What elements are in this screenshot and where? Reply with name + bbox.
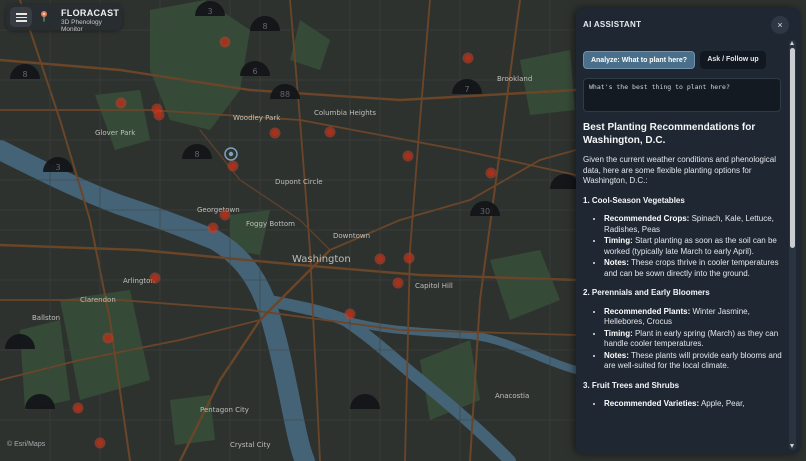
response-list: Recommended Plants: Winter Jasmine, Hell… xyxy=(583,307,783,372)
response-section-title: 2. Perennials and Early Bloomers xyxy=(583,288,710,297)
scroll-up-arrow-icon[interactable] xyxy=(790,41,794,45)
menu-icon-line xyxy=(16,20,27,22)
response-list: Recommended Varieties: Apple, Pear, xyxy=(583,399,783,410)
menu-button[interactable] xyxy=(10,7,32,27)
response-item-label: Notes: xyxy=(604,350,629,360)
response-section-title: 1. Cool-Season Vegetables xyxy=(583,195,685,205)
ai-assistant-panel: AI ASSISTANT × Analyze: What to plant he… xyxy=(576,8,801,454)
panel-header: AI ASSISTANT × xyxy=(576,8,801,42)
ask-follow-up-button[interactable]: Ask / Follow up xyxy=(700,51,766,69)
scrollbar-thumb[interactable] xyxy=(790,48,795,248)
response-intro: Given the current weather conditions and… xyxy=(583,155,777,185)
response-list-item: Timing: Start planting as soon as the so… xyxy=(604,236,783,257)
response-item-text: Apple, Pear, xyxy=(699,399,745,408)
response-heading: Best Planting Recommendations for Washin… xyxy=(583,122,756,146)
flower-logo-icon xyxy=(41,11,47,22)
response-item-label: Timing: xyxy=(604,236,633,245)
analyze-button[interactable]: Analyze: What to plant here? xyxy=(583,51,695,69)
response-list-item: Notes: These plants will provide early b… xyxy=(604,351,783,372)
response-list-item: Recommended Varieties: Apple, Pear, xyxy=(604,399,783,410)
scroll-down-arrow-icon[interactable] xyxy=(790,444,794,448)
panel-scrollbar[interactable] xyxy=(789,40,796,450)
response-list-item: Recommended Crops: Spinach, Kale, Lettuc… xyxy=(604,214,783,235)
response-item-label: Recommended Varieties: xyxy=(604,399,700,408)
response-item-label: Recommended Plants: xyxy=(604,306,691,316)
assistant-response: Best Planting Recommendations for Washin… xyxy=(583,122,783,454)
query-input[interactable]: What's the best thing to plant here? xyxy=(583,78,781,112)
menu-icon xyxy=(16,13,27,15)
panel-title: AI ASSISTANT xyxy=(583,20,642,29)
menu-icon-line xyxy=(16,16,27,19)
response-item-text: These crops thrive in cooler temperature… xyxy=(604,258,779,278)
response-list-item: Recommended Plants: Winter Jasmine, Hell… xyxy=(604,307,783,328)
response-item-label: Recommended Crops: xyxy=(604,214,690,223)
app-title: FLORACAST xyxy=(61,8,120,18)
response-item-text: These plants will provide early blooms a… xyxy=(604,350,782,371)
close-button[interactable]: × xyxy=(771,16,789,34)
response-list: Recommended Crops: Spinach, Kale, Lettuc… xyxy=(583,214,783,279)
response-sections: 1. Cool-Season Vegetables Recommended Cro… xyxy=(583,196,783,410)
app-subtitle: 3D Phenology Monitor xyxy=(61,19,102,33)
response-item-label: Timing: xyxy=(604,328,633,338)
response-section-title: 3. Fruit Trees and Shrubs xyxy=(583,380,680,390)
map-attribution: © Esri/Maps xyxy=(7,441,46,448)
app-header: FLORACAST 3D Phenology Monitor xyxy=(6,4,122,33)
response-list-item: Timing: Plant in early spring (March) as… xyxy=(604,329,783,350)
response-item-label: Notes: xyxy=(604,258,629,267)
response-list-item: Notes: These crops thrive in cooler temp… xyxy=(604,258,783,279)
